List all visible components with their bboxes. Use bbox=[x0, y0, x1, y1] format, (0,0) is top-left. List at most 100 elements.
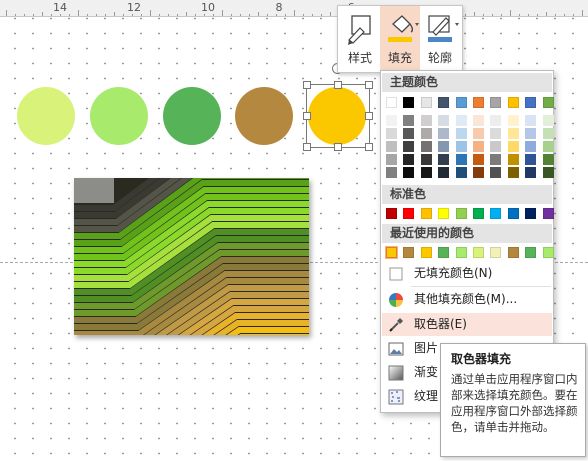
theme-shade-swatch[interactable] bbox=[386, 141, 397, 152]
theme-shade-swatch[interactable] bbox=[542, 154, 554, 165]
style-button[interactable]: 样式 bbox=[340, 6, 380, 72]
standard-color-swatch[interactable] bbox=[455, 208, 467, 219]
resize-handle-sw[interactable] bbox=[303, 143, 311, 151]
theme-shade-swatch[interactable] bbox=[490, 154, 502, 165]
standard-color-swatch[interactable] bbox=[386, 208, 397, 219]
recent-color-swatch[interactable] bbox=[403, 247, 415, 258]
theme-shade-swatch[interactable] bbox=[386, 167, 397, 178]
theme-shade-swatch[interactable] bbox=[455, 128, 467, 139]
theme-shade-swatch[interactable] bbox=[525, 115, 537, 126]
theme-shade-swatch[interactable] bbox=[438, 141, 450, 152]
standard-color-swatch[interactable] bbox=[542, 208, 554, 219]
standard-color-swatch[interactable] bbox=[438, 208, 450, 219]
recent-color-swatch[interactable] bbox=[438, 247, 450, 258]
theme-shade-swatch[interactable] bbox=[438, 115, 450, 126]
theme-shade-swatch[interactable] bbox=[455, 167, 467, 178]
outline-button[interactable]: 轮廓 bbox=[420, 6, 460, 72]
theme-shade-swatch[interactable] bbox=[438, 128, 450, 139]
theme-shade-swatch[interactable] bbox=[542, 115, 554, 126]
theme-shade-swatch[interactable] bbox=[490, 141, 502, 152]
theme-shade-swatch[interactable] bbox=[455, 141, 467, 152]
theme-shade-swatch[interactable] bbox=[525, 154, 537, 165]
theme-shade-swatch[interactable] bbox=[542, 167, 554, 178]
theme-shade-swatch[interactable] bbox=[473, 154, 484, 165]
theme-color-swatch[interactable] bbox=[420, 97, 432, 108]
theme-shade-swatch[interactable] bbox=[403, 167, 415, 178]
theme-shade-swatch[interactable] bbox=[490, 167, 502, 178]
theme-shade-swatch[interactable] bbox=[455, 115, 467, 126]
recent-color-swatch[interactable] bbox=[386, 247, 397, 258]
circle-shape-green[interactable] bbox=[163, 87, 221, 145]
recent-color-swatch[interactable] bbox=[507, 247, 519, 258]
theme-shade-swatch[interactable] bbox=[507, 141, 519, 152]
theme-color-swatch[interactable] bbox=[455, 97, 467, 108]
theme-shade-swatch[interactable] bbox=[525, 167, 537, 178]
resize-handle-se[interactable] bbox=[365, 143, 373, 151]
theme-color-swatch[interactable] bbox=[403, 97, 415, 108]
theme-color-swatch[interactable] bbox=[490, 97, 502, 108]
theme-shade-swatch[interactable] bbox=[438, 167, 450, 178]
theme-shade-swatch[interactable] bbox=[542, 128, 554, 139]
theme-color-swatch[interactable] bbox=[507, 97, 519, 108]
theme-shade-swatch[interactable] bbox=[403, 141, 415, 152]
no-fill-item[interactable]: 无填充颜色(N) bbox=[382, 262, 552, 285]
theme-shade-swatch[interactable] bbox=[438, 154, 450, 165]
theme-color-swatch[interactable] bbox=[438, 97, 450, 108]
more-colors-item[interactable]: 其他填充颜色(M)... bbox=[382, 288, 552, 311]
recent-color-swatch[interactable] bbox=[525, 247, 537, 258]
striped-paper-picture[interactable] bbox=[74, 178, 309, 335]
theme-shade-swatch[interactable] bbox=[525, 128, 537, 139]
theme-shade-swatch[interactable] bbox=[455, 154, 467, 165]
theme-shade-swatch[interactable] bbox=[386, 128, 397, 139]
resize-handle-s[interactable] bbox=[334, 143, 342, 151]
recent-color-swatch[interactable] bbox=[420, 247, 432, 258]
recent-color-swatch[interactable] bbox=[455, 247, 467, 258]
ruler-tick bbox=[258, 12, 259, 16]
theme-shade-swatch[interactable] bbox=[507, 154, 519, 165]
fill-button[interactable]: 填充 bbox=[380, 6, 420, 72]
theme-shade-swatch[interactable] bbox=[420, 141, 432, 152]
theme-shade-swatch[interactable] bbox=[420, 128, 432, 139]
resize-handle-n[interactable] bbox=[334, 81, 342, 89]
theme-shade-swatch[interactable] bbox=[490, 115, 502, 126]
standard-color-swatch[interactable] bbox=[473, 208, 484, 219]
resize-handle-nw[interactable] bbox=[303, 81, 311, 89]
theme-shade-swatch[interactable] bbox=[507, 167, 519, 178]
theme-shade-swatch[interactable] bbox=[490, 128, 502, 139]
theme-color-swatch[interactable] bbox=[386, 97, 397, 108]
circle-shape-brown[interactable] bbox=[235, 87, 293, 145]
theme-shade-swatch[interactable] bbox=[473, 167, 484, 178]
circle-shape-light-green[interactable] bbox=[90, 87, 148, 145]
theme-shade-swatch[interactable] bbox=[403, 115, 415, 126]
theme-shade-swatch[interactable] bbox=[507, 128, 519, 139]
standard-color-swatch[interactable] bbox=[490, 208, 502, 219]
standard-color-swatch[interactable] bbox=[507, 208, 519, 219]
theme-shade-swatch[interactable] bbox=[473, 141, 484, 152]
standard-color-swatch[interactable] bbox=[525, 208, 537, 219]
theme-shade-swatch[interactable] bbox=[420, 167, 432, 178]
theme-shade-swatch[interactable] bbox=[507, 115, 519, 126]
standard-color-swatch[interactable] bbox=[403, 208, 415, 219]
recent-color-swatch[interactable] bbox=[473, 247, 484, 258]
resize-handle-e[interactable] bbox=[365, 112, 373, 120]
theme-shade-swatch[interactable] bbox=[420, 154, 432, 165]
eyedropper-item[interactable]: 取色器(E) bbox=[382, 313, 552, 336]
theme-shade-swatch[interactable] bbox=[473, 128, 484, 139]
theme-shade-swatch[interactable] bbox=[420, 115, 432, 126]
theme-shade-swatch[interactable] bbox=[386, 115, 397, 126]
theme-shade-swatch[interactable] bbox=[403, 128, 415, 139]
recent-color-swatch[interactable] bbox=[490, 247, 502, 258]
standard-color-swatch[interactable] bbox=[420, 208, 432, 219]
theme-color-swatch[interactable] bbox=[542, 97, 554, 108]
theme-color-swatch[interactable] bbox=[525, 97, 537, 108]
theme-shade-swatch[interactable] bbox=[473, 115, 484, 126]
theme-shade-swatch[interactable] bbox=[403, 154, 415, 165]
recent-color-swatch[interactable] bbox=[542, 247, 554, 258]
theme-color-swatch[interactable] bbox=[473, 97, 484, 108]
resize-handle-w[interactable] bbox=[303, 112, 311, 120]
resize-handle-ne[interactable] bbox=[365, 81, 373, 89]
theme-shade-swatch[interactable] bbox=[386, 154, 397, 165]
theme-shade-swatch[interactable] bbox=[542, 141, 554, 152]
circle-shape-lime[interactable] bbox=[17, 87, 75, 145]
theme-shade-swatch[interactable] bbox=[525, 141, 537, 152]
